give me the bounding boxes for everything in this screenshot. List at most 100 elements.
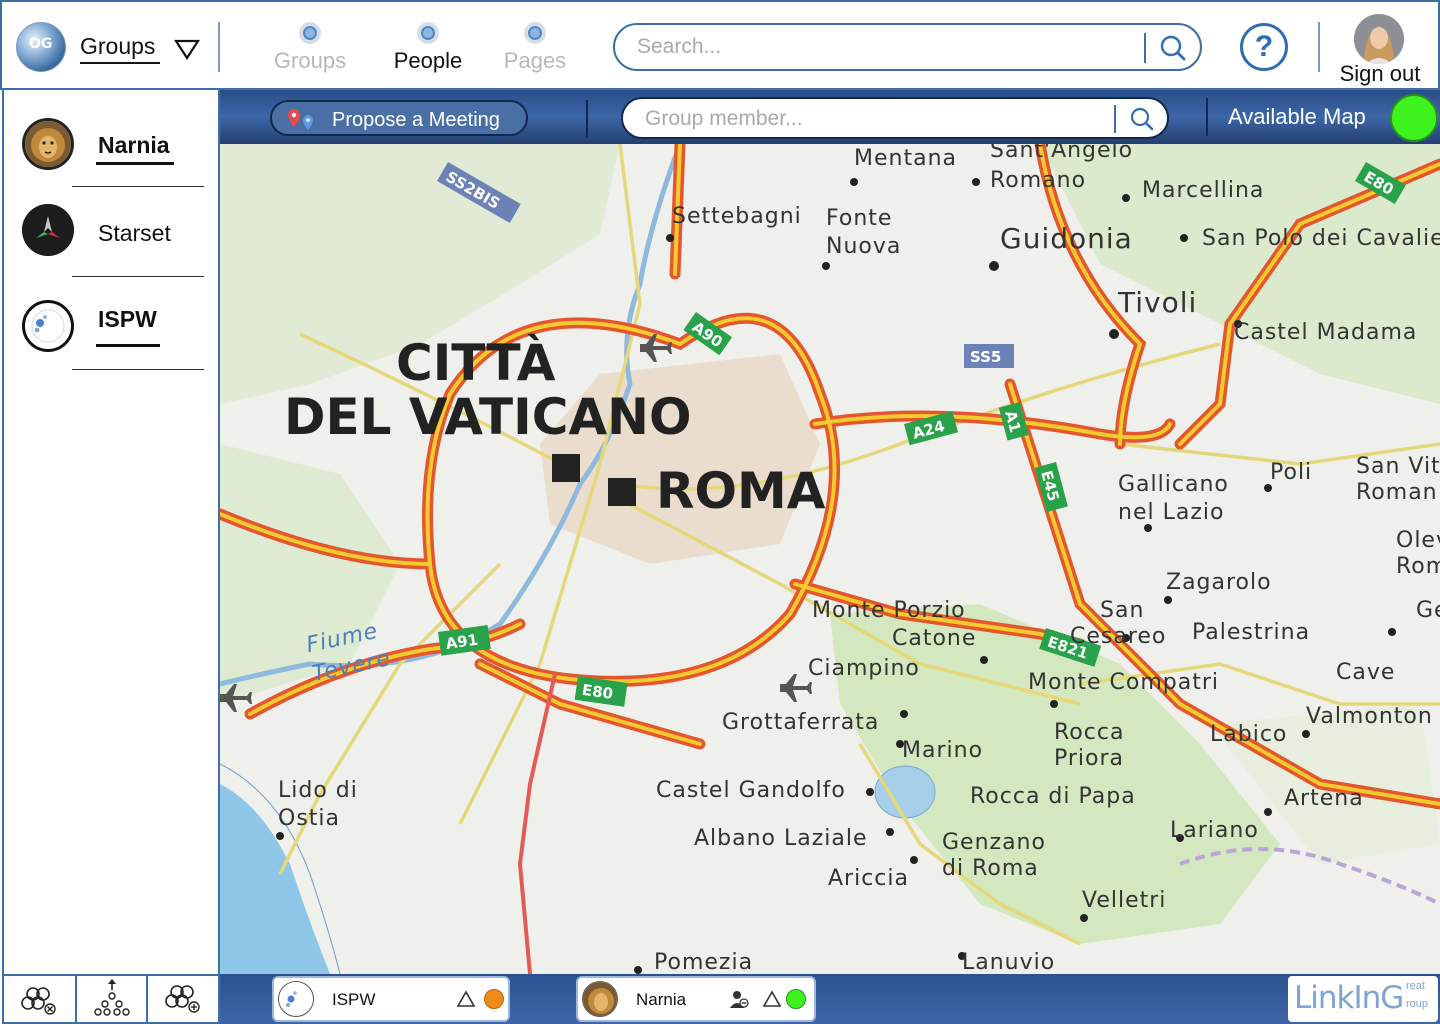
avatar [278,981,314,1017]
map-label: Pomezia [654,950,754,974]
status-indicator [484,989,504,1009]
tab-pages[interactable]: Pages [485,22,585,74]
avatar[interactable] [1354,14,1404,64]
person-remove-icon[interactable] [728,988,750,1010]
app-logo[interactable]: OG [16,22,66,72]
map-label: Poli [1270,460,1313,485]
chat-tab-narnia[interactable]: Narnia [576,976,816,1022]
available-map-toggle[interactable] [1390,94,1438,142]
map-label: Guidonia [1000,222,1133,255]
chat-name: Narnia [636,990,687,1009]
divider [218,22,220,72]
group-sidebar: Narnia Starset ISPW [2,88,220,1024]
map-canvas[interactable]: SS2BIS A90 SS5 A24 A1 E45 A91 E80 E821 E… [220,138,1440,974]
map-label: Marcellina [1142,178,1265,203]
map-label: Cave [1336,660,1396,685]
map-label: Fonte [826,206,893,231]
sidebar-item-ispw[interactable]: ISPW [4,286,218,372]
map-label-citta: CITTÀ [396,334,556,392]
propose-meeting-label: Propose a Meeting [332,109,500,131]
search-input[interactable] [637,33,1137,61]
avatar [582,981,618,1017]
propose-meeting-button[interactable]: Propose a Meeting [270,100,528,136]
search-icon[interactable] [1156,33,1190,63]
map-label: Lariano [1170,818,1259,843]
map-label: Labico [1210,722,1288,747]
map-label: Priora [1054,746,1125,771]
member-search [621,97,1169,139]
map-label: Monte Compatri [1028,670,1220,695]
brand-subtext: roup [1406,998,1429,1010]
map-label: Tivoli [1118,286,1198,319]
location-pin-icon [288,109,313,130]
map-label: Mentana [854,146,957,171]
group-hierarchy-button[interactable] [75,976,146,1024]
map-label: Ariccia [828,866,909,891]
leave-group-button[interactable] [4,976,75,1024]
group-selector-underline [80,62,160,64]
map-label: San [1100,598,1145,623]
avatar [22,118,74,170]
user-photo-icon [1354,14,1404,64]
map-label: Marino [902,738,984,763]
avatar [22,204,74,256]
chat-dock: ISPW Narnia LinkInG reat roup [220,974,1440,1024]
map-label: San Polo dei Cavalie [1202,226,1440,251]
map-label: Gallicano [1118,472,1229,497]
map-label: Lanuvio [962,950,1056,974]
map-label: di Roma [942,856,1039,881]
divider [1318,22,1320,72]
sidebar-item-narnia[interactable]: Narnia [4,104,218,190]
map-label: Velletri [1082,888,1167,913]
map-toolbar: Propose a Meeting Available Map [220,90,1440,144]
tab-groups[interactable]: Groups [260,22,360,74]
radio-dot-icon [417,22,439,44]
map-label: Roman [1356,480,1438,505]
map-panel: SS2BIS A90 SS5 A24 A1 E45 A91 E80 E821 E… [220,90,1440,974]
add-group-icon [165,985,200,1013]
group-hierarchy-icon [94,979,130,1016]
tab-people[interactable]: People [378,22,478,74]
svg-text:SS5: SS5 [970,348,1001,366]
map-label: nel Lazio [1118,500,1225,525]
sidebar-item-label: Starset [98,220,171,246]
map-label: Gen [1416,598,1440,623]
map-label: Lido di [278,778,358,803]
chat-tab-ispw[interactable]: ISPW [272,976,510,1022]
ispw-logo-icon [31,309,65,343]
map-label: Castel Madama [1234,320,1418,345]
lion-icon [25,121,71,167]
divider [1206,98,1208,136]
sidebar-actions [4,974,218,1024]
warning-icon[interactable] [762,990,782,1008]
available-map-label: Available Map [1228,104,1366,129]
warning-icon[interactable] [456,990,476,1008]
map-label: Monte Porzio [812,598,966,623]
chevron-down-icon[interactable] [174,38,200,60]
add-group-button[interactable] [146,976,217,1024]
divider [1114,105,1116,133]
sign-out-button[interactable]: Sign out [1332,61,1428,87]
top-bar: OG Groups Groups People Pages ? Sign out [0,0,1440,90]
map-label: Cesareo [1070,624,1167,649]
selected-underline [96,344,160,347]
map-label: Settebagni [672,204,802,229]
divider [72,186,204,187]
map-label: Artena [1284,786,1364,811]
group-selector-label[interactable]: Groups [80,33,155,60]
map-label-roma: ROMA [656,462,826,520]
ispw-logo-icon [286,991,297,1007]
map-label: Nuova [826,234,902,259]
divider [586,100,588,138]
map-label: Grottaferrata [722,710,880,735]
help-button[interactable]: ? [1240,23,1288,71]
map-label: Olev [1396,528,1440,553]
search-icon[interactable] [1125,105,1159,133]
map-label: Castel Gandolfo [656,778,846,803]
avatar [22,300,74,352]
map-label: Zagarolo [1166,570,1272,595]
radio-dot-icon [299,22,321,44]
map-label: Palestrina [1192,620,1311,645]
sidebar-item-starset[interactable]: Starset [4,190,218,276]
member-search-input[interactable] [645,106,1105,132]
